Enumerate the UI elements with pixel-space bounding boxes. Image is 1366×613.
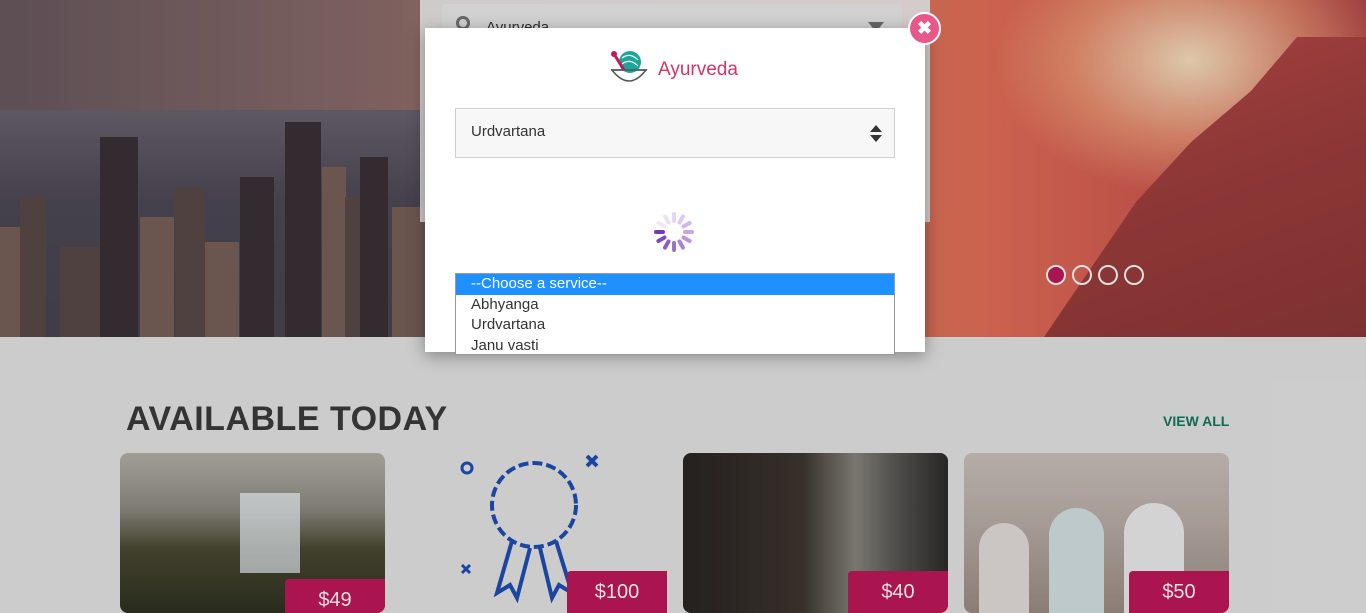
brand-name: Ayurveda	[658, 59, 738, 80]
close-button[interactable]: ✖	[908, 12, 941, 45]
service-listbox[interactable]: --Choose a service-- Abhyanga Urdvartana…	[455, 273, 895, 355]
service-modal: Ayurveda Urdvartana --Choose a service--…	[425, 28, 925, 355]
service-option[interactable]: Abhyanga	[456, 295, 894, 316]
close-icon: ✖	[916, 18, 933, 38]
category-select-value: Urdvartana	[471, 123, 546, 140]
service-option[interactable]: Janu vasti	[456, 336, 894, 357]
select-arrows-icon	[870, 125, 882, 143]
loading-spinner-icon	[652, 210, 696, 254]
service-option[interactable]: Urdvartana	[456, 315, 894, 336]
category-select[interactable]: Urdvartana	[455, 108, 895, 158]
mortar-pestle-logo-icon	[608, 48, 650, 92]
modal-brand: Ayurveda	[608, 48, 738, 92]
service-option[interactable]: --Choose a service--	[456, 274, 894, 295]
